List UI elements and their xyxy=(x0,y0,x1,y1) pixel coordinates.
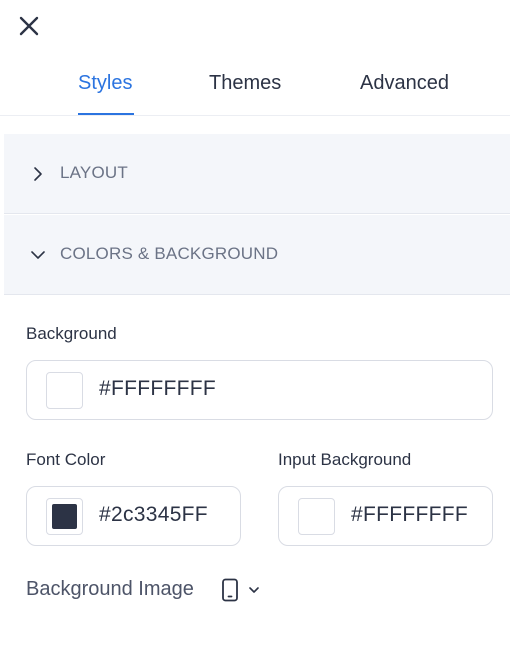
font-color-label: Font Color xyxy=(26,450,106,469)
input-background-color-value[interactable]: #FFFFFFFF xyxy=(351,503,468,527)
font-color-value[interactable]: #2c3345FF xyxy=(99,503,208,527)
active-tab-indicator xyxy=(78,113,134,115)
section-layout-label: LAYOUT xyxy=(60,163,128,182)
tab-advanced[interactable]: Advanced xyxy=(360,72,449,95)
tab-themes[interactable]: Themes xyxy=(209,72,281,95)
close-icon xyxy=(19,16,39,36)
tab-styles[interactable]: Styles xyxy=(78,72,132,95)
input-background-label: Input Background xyxy=(278,450,412,469)
section-layout-header[interactable]: LAYOUT xyxy=(4,134,510,214)
tab-bar: Styles Themes Advanced xyxy=(0,60,510,116)
font-color-field[interactable]: #2c3345FF xyxy=(26,486,241,546)
background-swatch[interactable] xyxy=(46,372,83,409)
input-background-swatch-color xyxy=(304,504,329,529)
section-colors-label: COLORS & BACKGROUND xyxy=(60,244,279,263)
background-swatch-color xyxy=(52,378,77,403)
font-color-swatch-color xyxy=(52,504,77,529)
font-color-swatch[interactable] xyxy=(46,498,83,535)
background-label: Background xyxy=(26,324,117,343)
background-color-field[interactable]: #FFFFFFFF xyxy=(26,360,493,420)
input-background-color-field[interactable]: #FFFFFFFF xyxy=(278,486,493,546)
background-image-label: Background Image xyxy=(26,578,194,600)
background-color-value[interactable]: #FFFFFFFF xyxy=(99,377,216,401)
input-background-swatch[interactable] xyxy=(298,498,335,535)
chevron-down-icon xyxy=(31,251,45,259)
mobile-device-icon[interactable] xyxy=(220,578,240,602)
section-colors-header[interactable]: COLORS & BACKGROUND xyxy=(4,215,510,295)
chevron-right-icon xyxy=(34,167,42,181)
close-button[interactable] xyxy=(17,14,41,38)
chevron-down-icon[interactable] xyxy=(248,584,260,596)
